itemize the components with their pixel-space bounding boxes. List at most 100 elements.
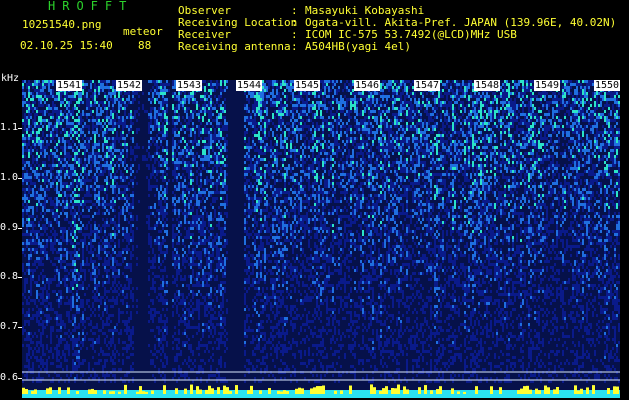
x-tick-label: 1544	[236, 80, 263, 91]
baseline-peak	[322, 385, 325, 394]
baseline-peak	[88, 389, 91, 394]
baseline-peak	[103, 390, 106, 394]
baseline-peak	[406, 389, 409, 394]
baseline-peak	[34, 389, 37, 394]
baseline-peak	[58, 387, 61, 394]
baseline-peak	[418, 387, 421, 394]
baseline-peak	[109, 391, 112, 394]
baseline-peak	[451, 388, 454, 394]
baseline-peak	[49, 387, 52, 394]
baseline-peak	[208, 385, 211, 394]
baseline-peak	[382, 388, 385, 394]
baseline-peak	[268, 388, 271, 394]
baseline-peak	[319, 386, 322, 394]
y-tick-label: 0.9	[0, 222, 19, 233]
baseline-peak	[403, 386, 406, 394]
y-tick-label: 0.7	[0, 321, 19, 332]
baseline-peak	[247, 390, 250, 394]
baseline-peak	[340, 390, 343, 394]
baseline-peak	[397, 384, 400, 394]
baseline-peak	[184, 388, 187, 394]
baseline-peak	[370, 384, 373, 394]
baseline-peak	[136, 391, 139, 394]
x-tick-label: 1541	[56, 80, 83, 91]
baseline-peak	[283, 390, 286, 394]
y-tick-label: 0.6	[0, 372, 19, 383]
meteor-label: meteor	[123, 25, 163, 38]
baseline-peak	[235, 385, 238, 394]
baseline-peak	[31, 390, 34, 394]
baseline-peak	[118, 391, 121, 394]
baseline-peak	[526, 385, 529, 394]
baseline-peak	[538, 390, 541, 394]
baseline-peak	[553, 389, 556, 394]
baseline-peak	[523, 386, 526, 394]
baseline-peak	[46, 388, 49, 394]
baseline-peak	[547, 387, 550, 394]
baseline-peak	[139, 386, 142, 394]
baseline-peak	[613, 386, 616, 394]
baseline-peak	[592, 385, 595, 394]
baseline-peak	[475, 386, 478, 394]
baseline-peak	[574, 385, 577, 394]
baseline-peak	[142, 391, 145, 394]
x-tick-label: 1549	[534, 80, 561, 91]
baseline-peak	[424, 385, 427, 394]
baseline-peak	[91, 388, 94, 394]
baseline-peak	[349, 385, 352, 394]
baseline-peak	[316, 386, 319, 394]
baseline-peak	[199, 389, 202, 394]
baseline-peak	[25, 389, 28, 394]
info-separator: :	[291, 40, 298, 53]
info-label-antenna: Receiving antenna	[178, 40, 291, 53]
spectrogram-svg	[22, 80, 620, 398]
meteor-count: 88	[138, 39, 152, 52]
baseline-peak	[112, 391, 115, 394]
baseline-peak	[217, 387, 220, 394]
baseline-peak	[517, 390, 520, 394]
baseline-peak	[520, 388, 523, 394]
y-tick-label: 1.1	[0, 122, 19, 133]
baseline-peak	[436, 389, 439, 394]
x-tick-label: 1545	[294, 80, 321, 91]
baseline-peak	[379, 390, 382, 394]
x-tick-label: 1542	[116, 80, 143, 91]
baseline-peak	[556, 387, 559, 394]
baseline-peak	[190, 384, 193, 394]
baseline-peak	[196, 386, 199, 394]
baseline-peak	[616, 386, 619, 394]
baseline-peak	[313, 387, 316, 394]
baseline-peak	[259, 390, 262, 394]
baseline-peak	[22, 387, 25, 394]
baseline-peak	[76, 391, 79, 394]
datetime: 02.10.25 15:40	[20, 39, 113, 52]
baseline-peak	[301, 388, 304, 394]
baseline-peak	[151, 390, 154, 394]
y-tick-label: 1.0	[0, 172, 19, 183]
baseline-peak	[334, 390, 337, 394]
baseline-peak	[175, 388, 178, 394]
baseline-peak	[529, 389, 532, 394]
baseline-peak	[391, 387, 394, 394]
baseline-peak	[535, 388, 538, 394]
baseline-peak	[577, 390, 580, 394]
x-tick-label: 1546	[354, 80, 381, 91]
x-tick-label: 1548	[474, 80, 501, 91]
x-tick-label: 1550	[594, 80, 621, 91]
baseline-peak	[223, 385, 226, 394]
baseline-peak	[226, 387, 229, 394]
baseline-peak	[94, 390, 97, 394]
baseline-peak	[229, 391, 232, 394]
baseline-peak	[124, 384, 127, 394]
baseline-peak	[439, 386, 442, 394]
x-tick-label: 1547	[414, 80, 441, 91]
baseline-peak	[499, 387, 502, 394]
baseline-peak	[295, 388, 298, 394]
baseline-peak	[373, 387, 376, 394]
baseline-peak	[145, 391, 148, 394]
baseline-peak	[580, 388, 583, 394]
baseline-peak	[277, 390, 280, 394]
baseline-peak	[463, 391, 466, 394]
baseline-peak	[490, 386, 493, 394]
baseline-peak	[385, 386, 388, 394]
